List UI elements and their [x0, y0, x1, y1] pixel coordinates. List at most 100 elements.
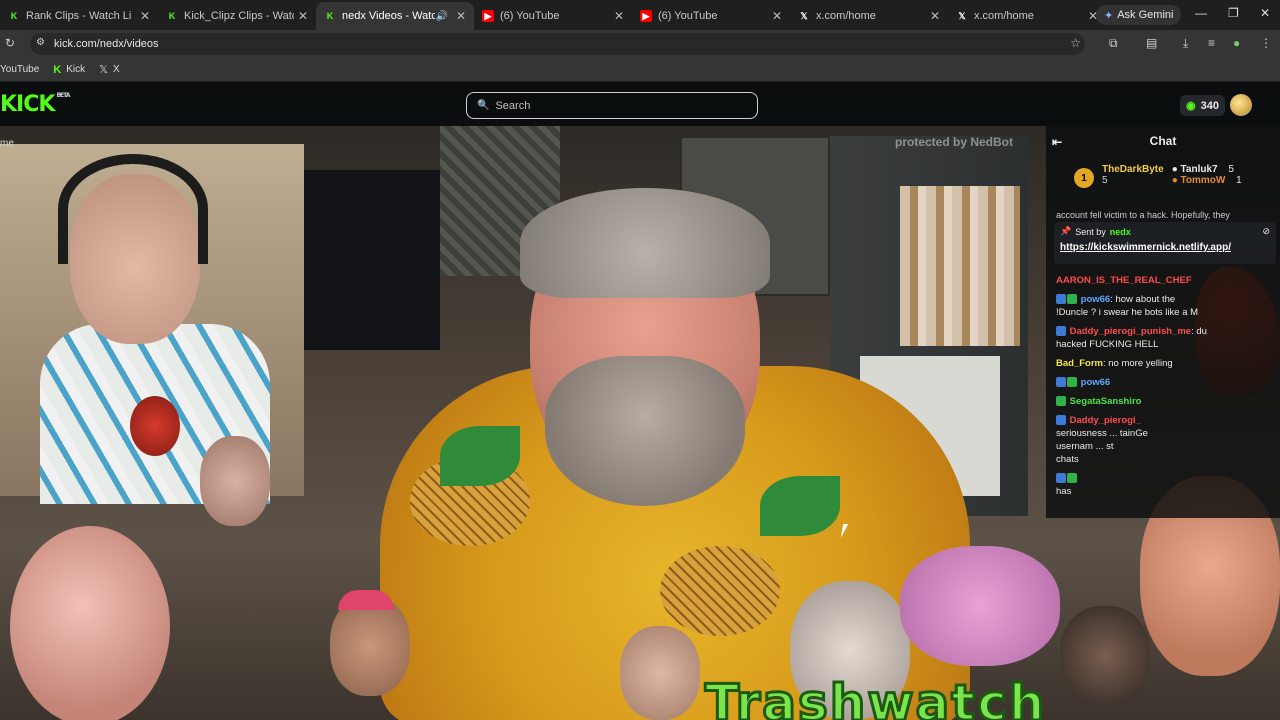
bookmark-label: X [113, 64, 120, 75]
pinned-link[interactable]: https://kickswimmernick.netlify.app/ [1060, 242, 1270, 253]
window-close-icon[interactable]: ✕ [1260, 6, 1270, 20]
speaker-icon[interactable]: 🔊 [435, 11, 447, 22]
badge-icon [1067, 377, 1077, 388]
chat-message: pow66 [1056, 376, 1276, 389]
user-avatar[interactable] [1230, 94, 1252, 116]
chat-message: Daddy_pierogi_punish_me: du hacked FUCKIN… [1056, 325, 1276, 351]
chat-message: AARON_IS_THE_REAL_CHEF [1056, 274, 1276, 287]
streamer-beard [545, 356, 745, 506]
tab-kick-clipz[interactable]: K Kick_Clipz Clips - Watch Live ✕ [158, 2, 316, 30]
leaf-print [440, 426, 520, 486]
downloads-icon[interactable]: ⤓ [1183, 36, 1188, 51]
kick-logo[interactable]: KICK BETA [0, 92, 70, 117]
extensions-icon[interactable]: ⧉ [1109, 36, 1118, 51]
leader-third-count: 1 [1236, 175, 1242, 186]
medal-icon: ● [1171, 164, 1178, 175]
overlay-bald-man [10, 526, 170, 720]
close-icon[interactable]: ✕ [772, 9, 782, 23]
chat-message: pow66: how about the !Duncle ? i swear he… [1056, 293, 1276, 319]
reading-mode-icon[interactable]: ▤ [1146, 36, 1157, 50]
kick-icon: K [10, 11, 18, 21]
pinned-sender[interactable]: nedx [1110, 227, 1131, 237]
video-scene-window [302, 170, 440, 350]
chat-username[interactable]: Daddy_pierogi_punish_me [1070, 326, 1191, 337]
site-info-icon[interactable]: ⚙ [36, 37, 45, 48]
logo-text: KICK [0, 92, 55, 117]
chat-username[interactable]: SegataSanshiro [1070, 396, 1142, 407]
bookmark-kick[interactable]: K Kick [53, 64, 85, 76]
badge-icon [1067, 294, 1077, 305]
chat-username[interactable]: Bad_Form [1056, 358, 1103, 369]
tab-title: x.com/home [974, 10, 1034, 22]
tab-rank-clips[interactable]: K Rank Clips - Watch Li ✕ [0, 2, 158, 30]
gift-leaderboard: 1 TheDarkByte 5 ● Tanluk7 5 ● TommoW 1 [1074, 164, 1274, 196]
logo-beta-tag: BETA [56, 92, 70, 99]
bookmark-youtube[interactable]: YouTube [0, 64, 39, 75]
reload-icon[interactable]: ↻ [5, 36, 15, 50]
address-bar-row: ↻ ⚙ kick.com/nedx/videos ☆ ⧉ ▤ ⤓ ≡ ● ⋮ [0, 30, 1280, 58]
leader-first-count: 5 [1102, 175, 1108, 186]
chat-username[interactable]: pow66 [1081, 377, 1111, 388]
close-icon[interactable]: ✕ [456, 9, 466, 23]
overlay-sunglasses-man [620, 626, 700, 720]
chat-message: SegataSanshiro [1056, 395, 1276, 408]
restore-icon[interactable]: ❐ [1228, 6, 1239, 20]
chat-text: chats [1056, 454, 1079, 465]
tab-youtube-1[interactable]: ▶ (6) YouTube ✕ [474, 2, 632, 30]
pinned-message: 📌 Sent by nedx ⊘ https://kickswimmernick… [1054, 222, 1276, 264]
tab-x-home-2[interactable]: 𝕏 x.com/home ✕ [948, 2, 1106, 30]
bookmark-star-icon[interactable]: ☆ [1070, 36, 1081, 50]
chat-username[interactable]: AARON_IS_THE_REAL_CHEF [1056, 275, 1192, 286]
media-controls-icon[interactable]: ≡ [1208, 36, 1215, 50]
leader-second-count: 5 [1228, 164, 1234, 175]
close-icon[interactable]: ✕ [614, 9, 624, 23]
leader-third-name[interactable]: TommoW [1181, 175, 1226, 186]
first-place-badge: 1 [1074, 168, 1094, 188]
bookmark-x[interactable]: 𝕏 X [99, 63, 120, 76]
close-icon[interactable]: ✕ [298, 9, 308, 23]
video-scene-clothes [900, 186, 1020, 346]
badge-icon [1067, 473, 1077, 484]
search-input[interactable]: 🔍 Search [466, 92, 758, 119]
tab-youtube-2[interactable]: ▶ (6) YouTube ✕ [632, 2, 790, 30]
chat-message: Daddy_pierogi_ seriousness ... tainGe user… [1056, 414, 1276, 466]
close-icon[interactable]: ✕ [930, 9, 940, 23]
pineapple-print [660, 546, 780, 636]
badge-icon [1056, 473, 1066, 484]
trashwatch-banner: Trashwatch [703, 673, 1047, 720]
kick-icon: K [168, 11, 176, 21]
sidebar-fragment: me [0, 138, 14, 149]
close-icon[interactable]: ✕ [140, 9, 150, 23]
badge-icon [1056, 396, 1066, 407]
profile-icon[interactable]: ● [1233, 36, 1240, 50]
tab-title: (6) YouTube [658, 10, 718, 22]
url-field[interactable]: ⚙ kick.com/nedx/videos ☆ [30, 33, 1085, 55]
chat-message: has [1056, 472, 1276, 498]
chat-messages: AARON_IS_THE_REAL_CHEF pow66: how about … [1056, 274, 1276, 504]
minimize-icon[interactable]: — [1195, 6, 1207, 20]
collapse-chat-icon[interactable]: ⇤ [1052, 135, 1062, 149]
kick-icon: K [53, 63, 62, 76]
chat-title: Chat [1149, 134, 1177, 148]
channel-points-button[interactable]: ◉ 340 [1180, 95, 1225, 116]
tab-x-home-1[interactable]: 𝕏 x.com/home ✕ [790, 2, 948, 30]
chat-username[interactable]: Daddy_pierogi_ [1070, 415, 1141, 426]
badge-icon [1056, 415, 1066, 426]
badge-icon [1056, 326, 1066, 337]
chicken-overlay [130, 396, 180, 456]
gemini-icon: ✦ [1104, 9, 1114, 22]
tab-nedx-videos[interactable]: K nedx Videos - Watch On 🔊 ✕ [316, 2, 474, 30]
menu-icon[interactable]: ⋮ [1260, 36, 1272, 50]
unpin-icon[interactable]: ⊘ [1262, 226, 1270, 237]
leader-second-name[interactable]: Tanluk7 [1181, 164, 1218, 175]
chat-message: Bad_Form: no more yelling [1056, 357, 1276, 370]
chat-text: seriousness ... tainGe [1056, 428, 1148, 439]
search-icon: 🔍 [477, 100, 490, 111]
badge-icon [1056, 294, 1066, 305]
medal-icon: ● [1171, 175, 1178, 186]
leaf-print [760, 476, 840, 536]
overlay-hoodie-man [1060, 606, 1150, 706]
chat-username[interactable]: pow66 [1081, 294, 1111, 305]
leader-first-name[interactable]: TheDarkByte [1102, 164, 1164, 175]
ask-gemini-button[interactable]: ✦ Ask Gemini [1096, 5, 1182, 25]
